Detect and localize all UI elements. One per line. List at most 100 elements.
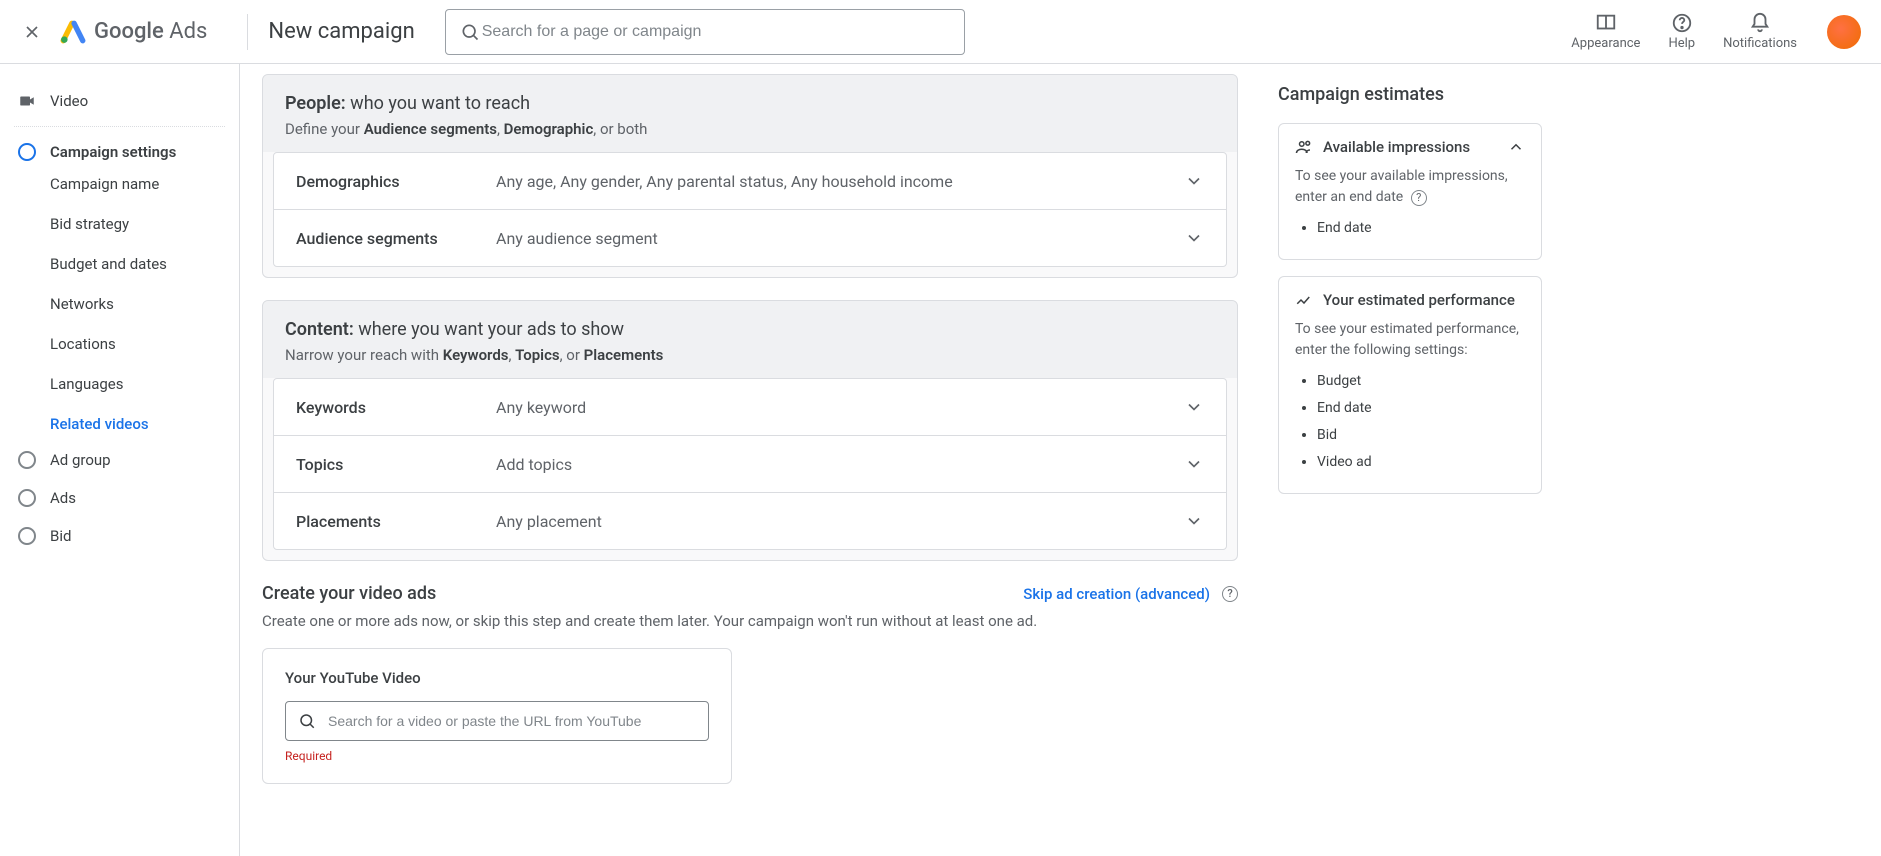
people-subtitle: Define your Audience segments, Demograph… [285, 120, 1215, 138]
notifications-button[interactable]: Notifications [1723, 12, 1797, 51]
trend-icon [1295, 291, 1313, 309]
video-ads-title: Create your video ads [262, 583, 436, 604]
skip-ad-creation-label: Skip ad creation (advanced) [1023, 585, 1210, 603]
placements-row[interactable]: Placements Any placement [274, 493, 1226, 549]
available-impressions-header[interactable]: Available impressions [1295, 138, 1525, 156]
subnav-locations[interactable]: Locations [50, 335, 239, 353]
sidebar-video[interactable]: Video [0, 82, 239, 120]
search-icon [460, 22, 480, 42]
campaign-settings-subnav: Campaign name Bid strategy Budget and da… [0, 171, 239, 441]
help-label: Help [1668, 36, 1695, 51]
youtube-card-title: Your YouTube Video [285, 669, 709, 687]
video-ads-header: Create your video ads Skip ad creation (… [262, 583, 1238, 604]
sidebar-ads-label: Ads [50, 489, 76, 507]
step-circle-icon [18, 527, 36, 545]
sidebar-ads[interactable]: Ads [0, 479, 239, 517]
appearance-icon [1595, 12, 1617, 34]
appearance-button[interactable]: Appearance [1571, 12, 1640, 51]
perf-req-bid: Bid [1317, 425, 1525, 446]
estimated-performance-body: To see your estimated performance, enter… [1295, 319, 1525, 473]
youtube-search-input[interactable] [326, 712, 696, 730]
audience-value: Any audience segment [496, 229, 1184, 248]
keywords-row[interactable]: Keywords Any keyword [274, 379, 1226, 436]
youtube-search-box[interactable] [285, 701, 709, 741]
estimated-performance-card: Your estimated performance To see your e… [1278, 276, 1542, 494]
subnav-campaign-name[interactable]: Campaign name [50, 175, 239, 193]
estimated-performance-header[interactable]: Your estimated performance [1295, 291, 1525, 309]
keywords-label: Keywords [296, 398, 496, 417]
account-area[interactable] [1827, 15, 1861, 49]
demographics-label: Demographics [296, 172, 496, 191]
subnav-languages[interactable]: Languages [50, 375, 239, 393]
required-hint: Required [285, 749, 709, 763]
search-icon [298, 712, 316, 730]
youtube-video-card: Your YouTube Video Required [262, 648, 732, 784]
perf-req-budget: Budget [1317, 371, 1525, 392]
sidebar-bid-label: Bid [50, 527, 71, 545]
perf-req-end-date: End date [1317, 398, 1525, 419]
video-ads-section: Create your video ads Skip ad creation (… [262, 583, 1238, 784]
bell-icon [1749, 12, 1771, 34]
topics-row[interactable]: Topics Add topics [274, 436, 1226, 493]
chevron-down-icon [1184, 228, 1204, 248]
sidebar-ad-group-label: Ad group [50, 451, 111, 469]
divider [247, 14, 248, 50]
demographics-row[interactable]: Demographics Any age, Any gender, Any pa… [274, 153, 1226, 210]
sidebar-video-label: Video [50, 92, 88, 110]
global-search[interactable] [445, 9, 965, 55]
topics-value: Add topics [496, 455, 1184, 474]
video-ads-subtitle: Create one or more ads now, or skip this… [262, 612, 1238, 630]
sidebar-campaign-settings[interactable]: Campaign settings [0, 133, 239, 171]
perf-req-video-ad: Video ad [1317, 452, 1525, 473]
chevron-down-icon [1184, 511, 1204, 531]
notifications-label: Notifications [1723, 36, 1797, 51]
subnav-related-videos[interactable]: Related videos [50, 415, 239, 433]
subnav-bid-strategy[interactable]: Bid strategy [50, 215, 239, 233]
people-icon [1295, 138, 1313, 156]
demographics-value: Any age, Any gender, Any parental status… [496, 172, 1184, 191]
ads-logo-icon [60, 19, 86, 45]
appearance-label: Appearance [1571, 36, 1640, 51]
app-header: Google Ads New campaign Appearance Help … [0, 0, 1881, 64]
product-name: Google Ads [94, 19, 207, 44]
sidebar: Video Campaign settings Campaign name Bi… [0, 64, 240, 856]
close-icon [22, 22, 42, 42]
placements-value: Any placement [496, 512, 1184, 531]
skip-ad-creation-link[interactable]: Skip ad creation (advanced) ? [1023, 585, 1238, 603]
close-button[interactable] [20, 20, 44, 44]
content-rows: Keywords Any keyword Topics Add topics P… [273, 378, 1227, 550]
audience-label: Audience segments [296, 229, 496, 248]
people-title: People: who you want to reach [285, 93, 1215, 114]
help-icon [1671, 12, 1693, 34]
sidebar-bid[interactable]: Bid [0, 517, 239, 555]
step-circle-icon [18, 143, 36, 161]
subnav-budget-dates[interactable]: Budget and dates [50, 255, 239, 273]
avatar[interactable] [1827, 15, 1861, 49]
people-rows: Demographics Any age, Any gender, Any pa… [273, 152, 1227, 267]
sidebar-ad-group[interactable]: Ad group [0, 441, 239, 479]
main-content: People: who you want to reach Define you… [240, 64, 1260, 856]
content-card: Content: where you want your ads to show… [262, 300, 1238, 561]
available-impressions-title: Available impressions [1323, 138, 1470, 156]
subnav-networks[interactable]: Networks [50, 295, 239, 313]
help-icon[interactable]: ? [1222, 586, 1238, 602]
sidebar-campaign-settings-label: Campaign settings [50, 143, 176, 161]
help-icon[interactable]: ? [1411, 190, 1427, 206]
step-circle-icon [18, 451, 36, 469]
chevron-down-icon [1184, 397, 1204, 417]
product-logo: Google Ads [60, 19, 207, 45]
available-impressions-card: Available impressions To see your availa… [1278, 123, 1542, 260]
available-impressions-body: To see your available impressions, enter… [1295, 166, 1525, 239]
impressions-req-end-date: End date [1317, 218, 1525, 239]
chevron-down-icon [1184, 171, 1204, 191]
content-card-header: Content: where you want your ads to show… [263, 301, 1237, 378]
help-button[interactable]: Help [1668, 12, 1695, 51]
people-card-header: People: who you want to reach Define you… [263, 75, 1237, 152]
global-search-input[interactable] [480, 22, 950, 42]
chevron-down-icon [1184, 454, 1204, 474]
chevron-up-icon [1507, 138, 1525, 156]
estimated-performance-title: Your estimated performance [1323, 291, 1515, 309]
estimates-heading: Campaign estimates [1278, 84, 1542, 105]
audience-row[interactable]: Audience segments Any audience segment [274, 210, 1226, 266]
divider [14, 126, 225, 127]
